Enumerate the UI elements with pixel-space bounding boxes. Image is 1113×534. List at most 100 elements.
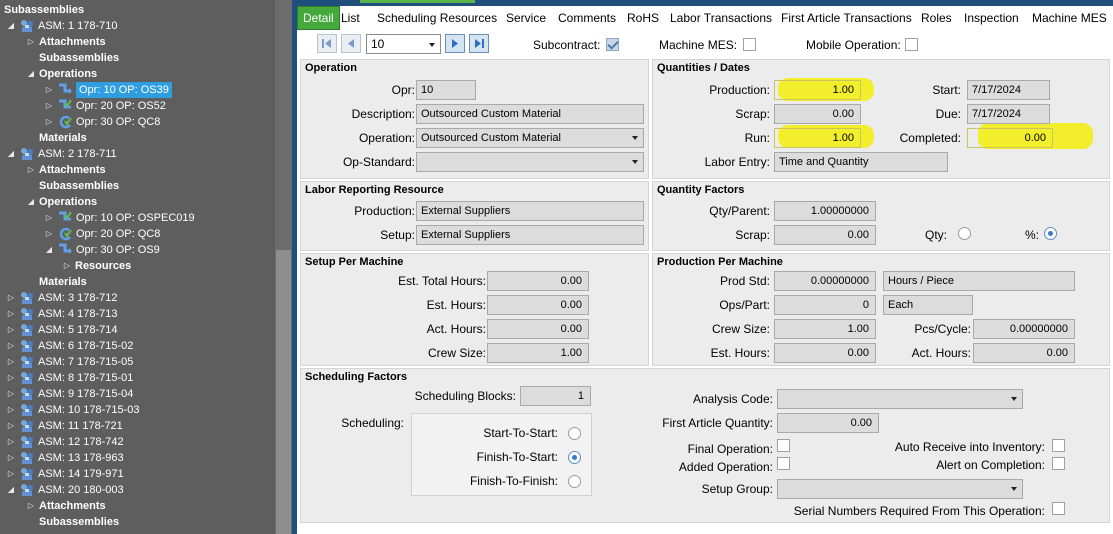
scrap-qty-field[interactable]: 0.00 (774, 104, 861, 124)
tab-machine-mes[interactable]: Machine MES (1027, 6, 1112, 30)
start-to-start-radio[interactable] (568, 427, 581, 440)
collapse-arrow-icon[interactable]: ▷ (6, 322, 16, 338)
setup-est-hours-field[interactable]: 0.00 (487, 295, 589, 315)
tab-scheduling-resources[interactable]: Scheduling Resources (372, 6, 502, 30)
collapse-arrow-icon[interactable]: ▷ (6, 418, 16, 434)
collapse-arrow-icon[interactable]: ▷ (6, 354, 16, 370)
completed-field[interactable]: 0.00 (967, 128, 1053, 148)
scheduling-blocks-field[interactable]: 1 (520, 386, 591, 406)
percent-radio[interactable] (1044, 227, 1057, 240)
collapse-arrow-icon[interactable]: ▷ (26, 498, 36, 514)
labor-production-field[interactable]: External Suppliers (416, 201, 644, 221)
tree-node-assembly[interactable]: ◢ ASM: 2 178-711 (0, 146, 272, 162)
tab-comments[interactable]: Comments (553, 6, 621, 30)
tree-scrollbar-thumb[interactable] (276, 250, 291, 534)
description-field[interactable]: Outsourced Custom Material (416, 104, 644, 124)
tab-detail[interactable]: Detail (297, 6, 340, 30)
operation-select[interactable]: Outsourced Custom Material (416, 128, 644, 148)
collapse-arrow-icon[interactable]: ▷ (6, 290, 16, 306)
tab-service[interactable]: Service (501, 6, 551, 30)
tree-node-assembly[interactable]: ▷ ASM: 8 178-715-01 (0, 370, 272, 386)
collapse-arrow-icon[interactable]: ▷ (6, 306, 16, 322)
job-tree[interactable]: Subassemblies ◢ ASM: 1 178-710 ▷ Attachments… (0, 0, 292, 534)
ops-part-unit-field[interactable]: Each (883, 295, 973, 315)
tree-node-assembly[interactable]: ▷ ASM: 13 178-963 (0, 450, 272, 466)
finish-to-start-radio[interactable] (568, 451, 581, 464)
nav-first-button[interactable] (317, 34, 337, 53)
start-date-field[interactable]: 7/17/2024 (967, 80, 1050, 100)
tree-node-assembly[interactable]: ▷ ASM: 3 178-712 (0, 290, 272, 306)
subcontract-checkbox[interactable] (606, 38, 619, 51)
nav-last-button[interactable] (469, 34, 489, 53)
qty-parent-field[interactable]: 1.00000000 (774, 201, 876, 221)
tree-node-folder[interactable]: ▷ Attachments (0, 162, 272, 178)
tree-node-assembly[interactable]: ▷ ASM: 12 178-742 (0, 434, 272, 450)
expand-arrow-icon[interactable]: ◢ (44, 242, 54, 258)
nav-record-select[interactable]: 10 (366, 34, 441, 54)
tree-node-assembly[interactable]: ▷ ASM: 9 178-715-04 (0, 386, 272, 402)
auto-receive-checkbox[interactable] (1052, 439, 1065, 452)
first-article-qty-field[interactable]: 0.00 (777, 413, 879, 433)
serial-numbers-checkbox[interactable] (1052, 502, 1065, 515)
tree-node-assembly[interactable]: ◢ ASM: 1 178-710 (0, 18, 272, 34)
tree-node-folder[interactable]: ◢ Operations (0, 66, 272, 82)
tree-node-folder[interactable]: ▷ Attachments (0, 34, 272, 50)
collapse-arrow-icon[interactable]: ▷ (62, 258, 72, 274)
expand-arrow-icon[interactable]: ◢ (6, 146, 16, 162)
tab-first-article-transactions[interactable]: First Article Transactions (776, 6, 917, 30)
nav-prev-button[interactable] (341, 34, 361, 53)
analysis-code-select[interactable] (777, 389, 1023, 409)
nav-next-button[interactable] (445, 34, 465, 53)
tree-node-operation[interactable]: ▷ Opr: 30 OP: QC8 (0, 114, 272, 130)
mobile-operation-checkbox[interactable] (905, 38, 918, 51)
due-date-field[interactable]: 7/17/2024 (967, 104, 1050, 124)
prod-std-unit-field[interactable]: Hours / Piece (883, 271, 1075, 291)
run-qty-field[interactable]: 1.00 (774, 128, 861, 148)
finish-to-finish-radio[interactable] (568, 475, 581, 488)
collapse-arrow-icon[interactable]: ▷ (44, 98, 54, 114)
collapse-arrow-icon[interactable]: ▷ (44, 210, 54, 226)
added-operation-checkbox[interactable] (777, 457, 790, 470)
collapse-arrow-icon[interactable]: ▷ (6, 402, 16, 418)
collapse-arrow-icon[interactable]: ▷ (6, 450, 16, 466)
expand-arrow-icon[interactable]: ◢ (6, 18, 16, 34)
collapse-arrow-icon[interactable]: ▷ (44, 114, 54, 130)
prod-crew-size-field[interactable]: 1.00 (774, 319, 876, 339)
final-operation-checkbox[interactable] (777, 439, 790, 452)
tree-node-assembly[interactable]: ◢ ASM: 20 180-003 (0, 482, 272, 498)
op-standard-select[interactable] (416, 152, 644, 172)
tree-node-operation[interactable]: ▷ Opr: 20 OP: OS52 (0, 98, 272, 114)
collapse-arrow-icon[interactable]: ▷ (44, 82, 54, 98)
tree-node-operation[interactable]: ◢ Opr: 30 OP: OS9 (0, 242, 272, 258)
tree-node-assembly[interactable]: ▷ ASM: 5 178-714 (0, 322, 272, 338)
tree-node-folder[interactable]: ◢ Operations (0, 194, 272, 210)
expand-arrow-icon[interactable]: ◢ (26, 66, 36, 82)
prod-std-field[interactable]: 0.00000000 (774, 271, 876, 291)
tree-node-assembly[interactable]: ▷ ASM: 14 179-971 (0, 466, 272, 482)
tree-section-header[interactable]: Subassemblies (0, 2, 272, 18)
setup-group-select[interactable] (777, 479, 1023, 499)
tab-roles[interactable]: Roles (916, 6, 957, 30)
tree-scrollbar[interactable] (275, 0, 292, 534)
collapse-arrow-icon[interactable]: ▷ (44, 226, 54, 242)
expand-arrow-icon[interactable]: ◢ (6, 482, 16, 498)
tree-node-assembly[interactable]: ▷ ASM: 7 178-715-05 (0, 354, 272, 370)
tab-list[interactable]: List (336, 6, 365, 30)
production-qty-field[interactable]: 1.00 (774, 80, 861, 100)
tree-node-operation[interactable]: ▷ Opr: 10 OP: OS39 (0, 82, 272, 98)
labor-setup-field[interactable]: External Suppliers (416, 225, 644, 245)
prod-act-hours-field[interactable]: 0.00 (973, 343, 1075, 363)
machine-mes-checkbox[interactable] (743, 38, 756, 51)
collapse-arrow-icon[interactable]: ▷ (26, 162, 36, 178)
collapse-arrow-icon[interactable]: ▷ (6, 338, 16, 354)
collapse-arrow-icon[interactable]: ▷ (26, 34, 36, 50)
est-total-hours-field[interactable]: 0.00 (487, 271, 589, 291)
ops-part-field[interactable]: 0 (774, 295, 876, 315)
qty-radio[interactable] (958, 227, 971, 240)
tree-node-assembly[interactable]: ▷ ASM: 4 178-713 (0, 306, 272, 322)
labor-entry-field[interactable]: Time and Quantity (774, 152, 948, 172)
tree-node-operation[interactable]: ▷ Opr: 20 OP: QC8 (0, 226, 272, 242)
tree-node-assembly[interactable]: ▷ ASM: 11 178-721 (0, 418, 272, 434)
expand-arrow-icon[interactable]: ◢ (26, 194, 36, 210)
tab-labor-transactions[interactable]: Labor Transactions (665, 6, 777, 30)
